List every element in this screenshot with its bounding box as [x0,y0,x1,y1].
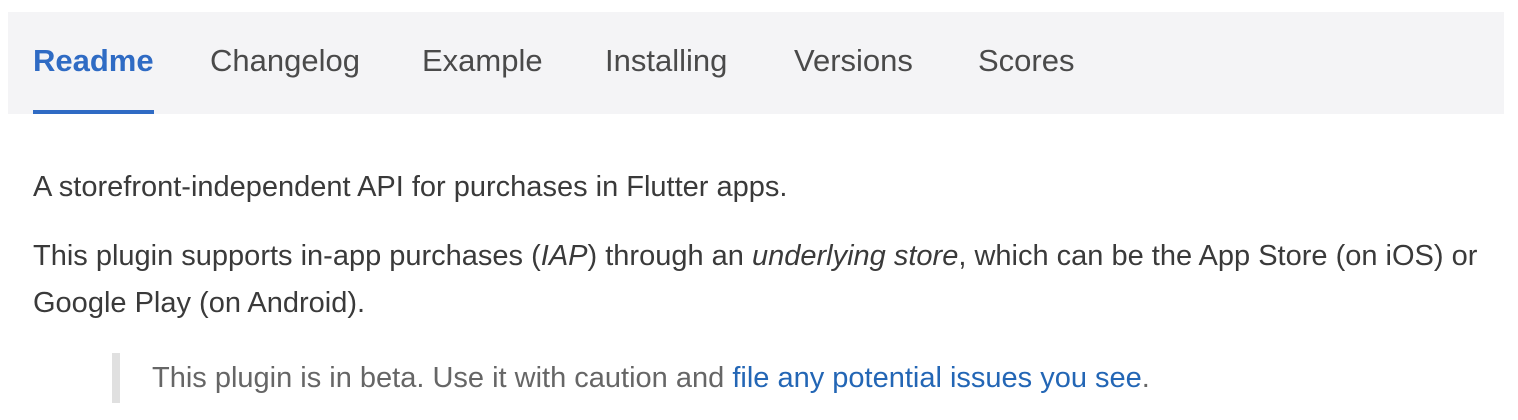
readme-intro: A storefront-independent API for purchas… [33,171,788,203]
tab-bar: Readme Changelog Example Installing Vers… [8,12,1504,114]
tab-scores[interactable]: Scores [978,12,1074,114]
tab-label: Example [422,43,543,78]
tab-label: Readme [33,43,154,78]
active-tab-indicator [33,110,154,114]
tab-readme[interactable]: Readme [33,12,154,114]
file-issues-link[interactable]: file any potential issues you see [732,362,1141,394]
tab-changelog[interactable]: Changelog [210,12,360,114]
iap-term: IAP [540,240,588,272]
readme-content: A storefront-independent API for purchas… [33,164,1483,351]
tab-installing[interactable]: Installing [605,12,727,114]
tab-label: Versions [794,43,913,78]
beta-notice-blockquote: This plugin is in beta. Use it with caut… [112,353,1492,403]
tab-label: Scores [978,43,1075,78]
tab-example[interactable]: Example [422,12,543,114]
tab-versions[interactable]: Versions [794,12,913,114]
beta-notice-text: This plugin is in beta. Use it with caut… [152,362,733,394]
tab-label: Changelog [210,43,360,78]
underlying-store-term: underlying store [751,240,959,272]
tab-label: Installing [605,43,728,78]
readme-paragraph: This plugin supports in-app purchases (I… [33,240,1478,319]
